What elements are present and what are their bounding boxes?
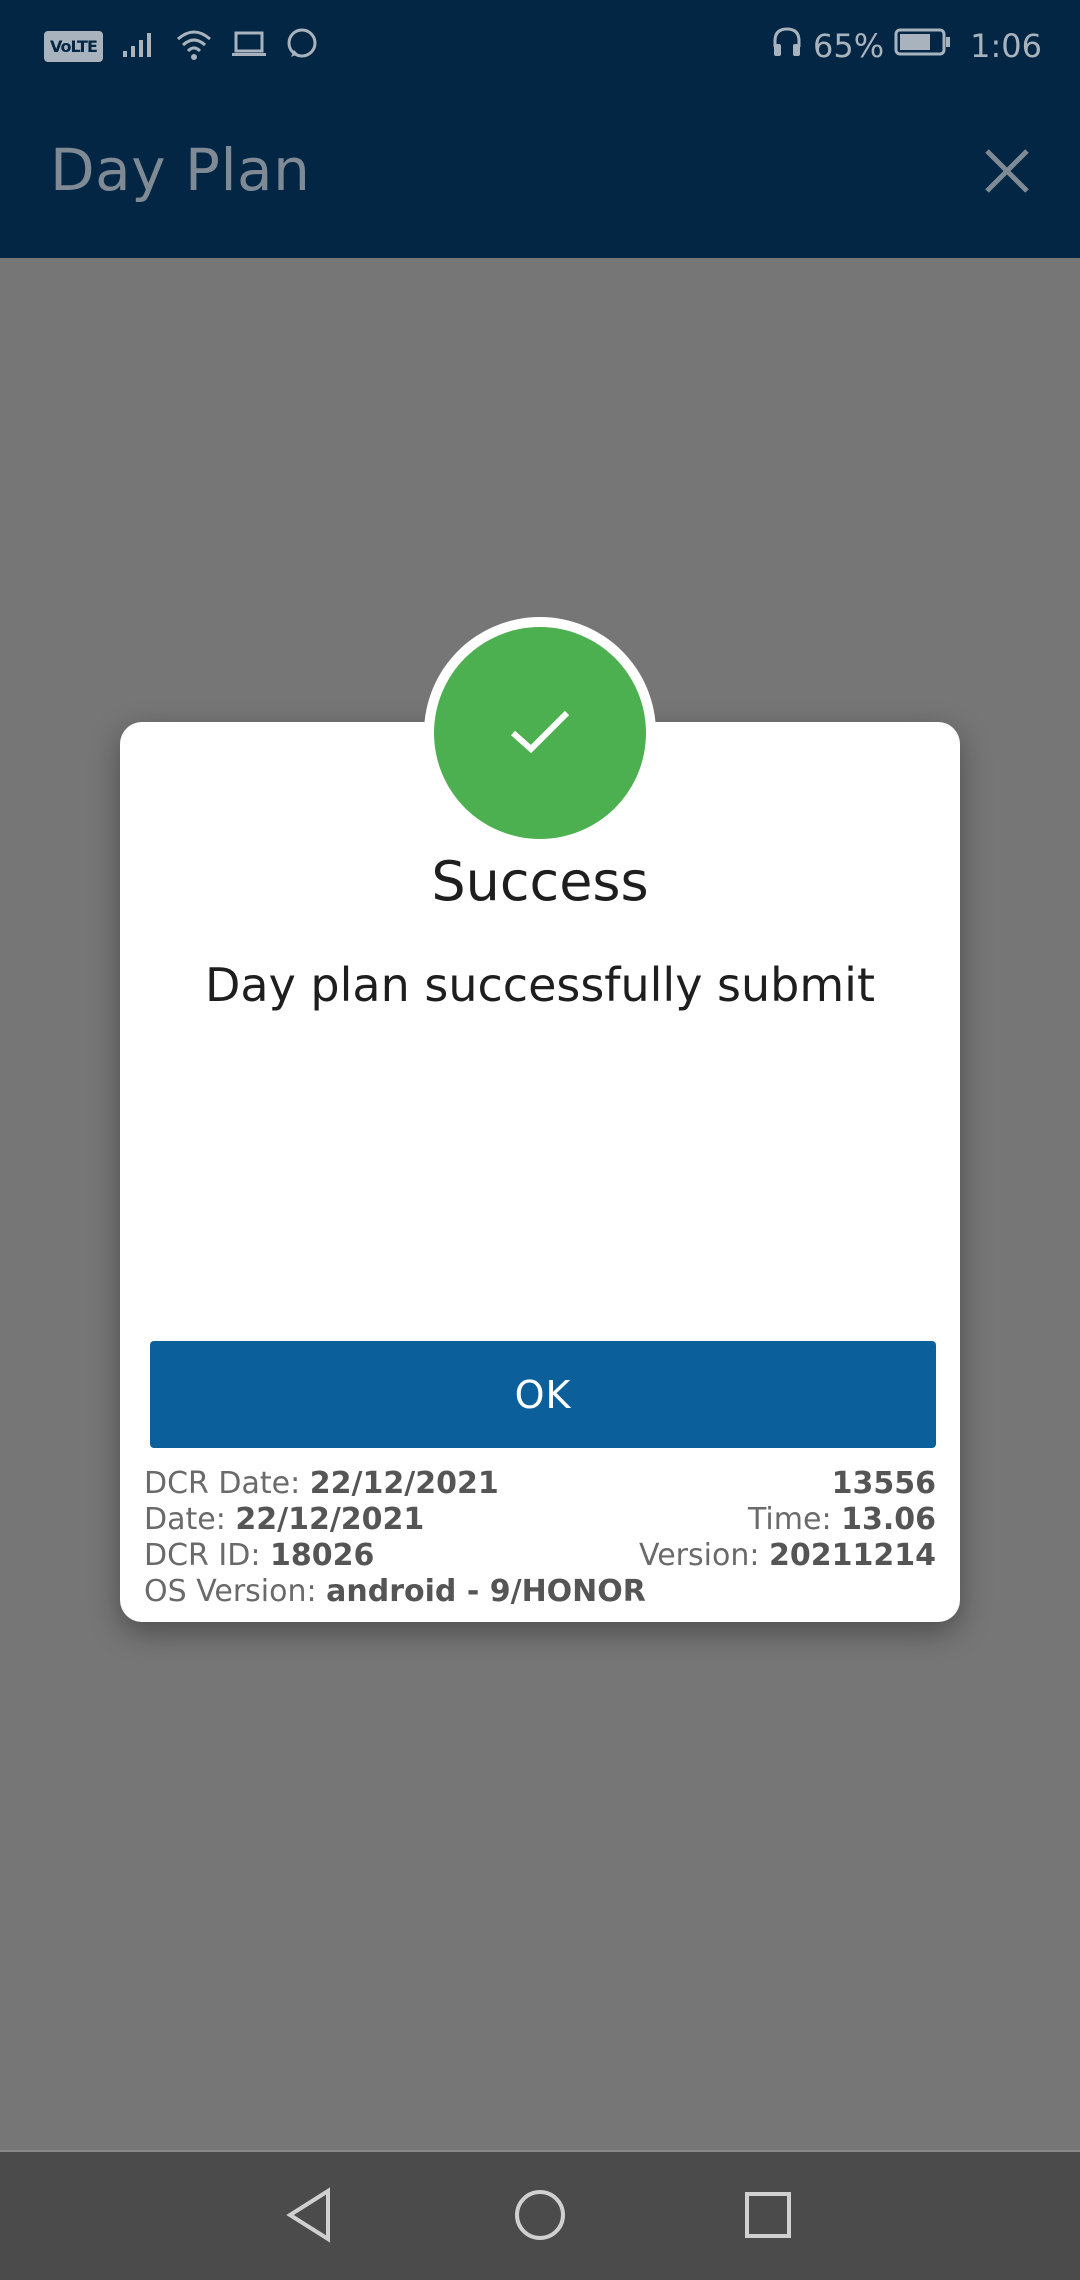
battery-icon — [894, 27, 952, 65]
app-bar: Day Plan — [0, 92, 1080, 258]
success-circle — [434, 627, 646, 839]
version-label: Version: — [639, 1538, 769, 1573]
home-icon — [513, 2188, 567, 2246]
dcr-id-label: DCR ID: — [144, 1538, 271, 1573]
dialog-message: Day plan successfully submit — [204, 958, 876, 1012]
close-button[interactable] — [972, 138, 1042, 208]
clock-time: 1:06 — [970, 27, 1042, 65]
date-value: 22/12/2021 — [235, 1502, 425, 1537]
signal-icon — [121, 29, 157, 63]
dcr-date-value: 22/12/2021 — [309, 1466, 499, 1501]
version-line: Version: 20211214 — [516, 1538, 936, 1574]
user-code-line: 13556 — [516, 1466, 936, 1502]
battery-percent: 65% — [813, 27, 885, 65]
recents-button[interactable] — [733, 2182, 803, 2252]
ok-button[interactable]: OK — [150, 1341, 936, 1448]
time-label: Time: — [748, 1502, 842, 1537]
status-left-icons: VoLTE — [44, 24, 319, 68]
recents-icon — [743, 2190, 793, 2244]
dcr-date-label: DCR Date: — [144, 1466, 310, 1501]
whatsapp-icon — [285, 27, 319, 65]
back-icon — [284, 2187, 334, 2247]
os-version-value: android - 9/HONOR — [326, 1574, 646, 1609]
date-label: Date: — [144, 1502, 236, 1537]
os-version-line: OS Version: android - 9/HONOR — [144, 1574, 664, 1610]
volte-badge: VoLTE — [44, 30, 103, 62]
success-badge — [424, 617, 656, 849]
time-value: 13.06 — [841, 1502, 936, 1537]
laptop-icon — [231, 29, 267, 63]
back-button[interactable] — [274, 2182, 344, 2252]
wifi-icon — [175, 27, 213, 65]
status-bar: VoLTE 65% 1:06 — [0, 0, 1080, 92]
home-button[interactable] — [505, 2182, 575, 2252]
checkmark-icon — [509, 707, 571, 759]
page-title: Day Plan — [50, 136, 311, 204]
status-right-icons: 65% 1:06 — [771, 20, 1042, 72]
os-version-label: OS Version: — [144, 1574, 327, 1609]
dcr-id-value: 18026 — [270, 1538, 375, 1573]
close-icon — [983, 147, 1031, 199]
version-value: 20211214 — [769, 1538, 936, 1573]
dialog-title: Success — [431, 850, 649, 913]
navigation-bar — [0, 2150, 1080, 2280]
user-code-value: 13556 — [831, 1466, 936, 1501]
time-line: Time: 13.06 — [516, 1502, 936, 1538]
meta-info-right: 13556 Time: 13.06 Version: 20211214 — [516, 1466, 936, 1574]
headphones-icon — [771, 25, 803, 67]
